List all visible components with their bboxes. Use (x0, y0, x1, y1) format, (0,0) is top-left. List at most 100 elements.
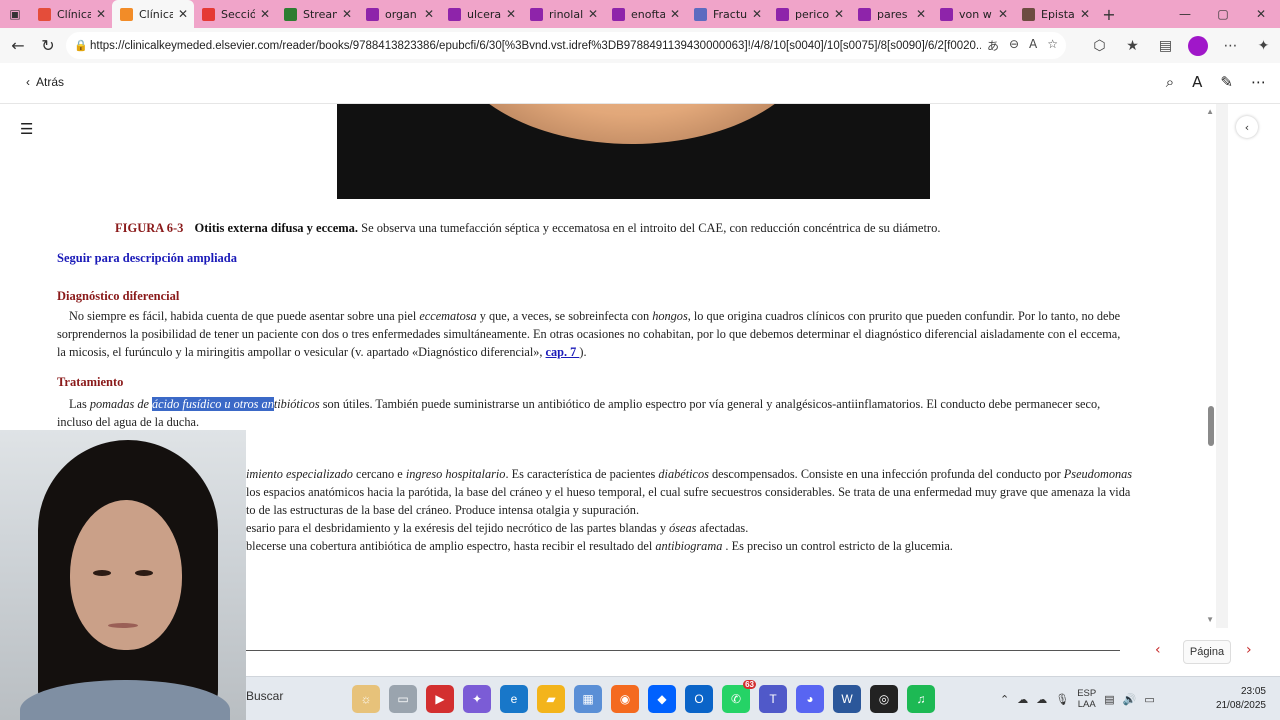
copilot-app-icon[interactable]: ✦ (463, 685, 491, 713)
taskbar-search[interactable]: Buscar (246, 689, 283, 703)
edge-icon[interactable]: e (500, 685, 528, 713)
close-tab-icon[interactable]: ✕ (834, 7, 844, 21)
favorites-icon[interactable]: ★ (1116, 38, 1149, 54)
volume-icon[interactable]: 🔊 (1123, 693, 1137, 706)
search-icon[interactable]: ⌕ (1166, 73, 1174, 91)
firefox-icon[interactable]: ◉ (611, 685, 639, 713)
word-icon[interactable]: W (833, 685, 861, 713)
back-icon[interactable]: ← (3, 31, 33, 61)
browser-tab[interactable]: organ ✕ (358, 0, 440, 28)
more-menu-icon[interactable]: ⋯ (1214, 38, 1247, 54)
extensions-icon[interactable]: ⬡ (1083, 38, 1116, 54)
profile-avatar[interactable] (1188, 35, 1208, 56)
outlook-icon[interactable]: O (685, 685, 713, 713)
vertical-scrollbar[interactable]: ▲ ▼ (1204, 104, 1216, 628)
figure-label: FIGURA 6-3 (115, 221, 184, 235)
close-tab-icon[interactable]: ✕ (916, 7, 926, 21)
text-run: esario para el desbridamiento y la exére… (246, 521, 670, 535)
tray-chevron-icon[interactable]: ⌃ (1000, 693, 1009, 706)
new-tab-button[interactable]: + (1096, 5, 1122, 24)
browser-tab[interactable]: Fractu ✕ (686, 0, 768, 28)
selected-text[interactable]: ácido fusídico u otros an (152, 397, 274, 411)
scrollbar-thumb[interactable] (1208, 406, 1214, 446)
cloud-icon[interactable]: ☁ (1036, 693, 1047, 706)
browser-tab[interactable]: enofta ✕ (604, 0, 686, 28)
browser-tab[interactable]: rinolal ✕ (522, 0, 604, 28)
minimize-icon[interactable]: — (1166, 0, 1204, 28)
collections-icon[interactable]: ▤ (1149, 38, 1182, 54)
close-tab-icon[interactable]: ✕ (424, 7, 434, 21)
youtube-icon[interactable]: ▶ (426, 685, 454, 713)
table-of-contents-icon[interactable]: ☰ (20, 120, 33, 138)
onedrive-icon[interactable]: ☁ (1017, 693, 1028, 706)
scroll-down-icon[interactable]: ▼ (1206, 615, 1214, 624)
more-options-icon[interactable]: ⋯ (1251, 73, 1266, 91)
close-tab-icon[interactable]: ✕ (588, 7, 598, 21)
tab-favicon-icon (530, 7, 543, 21)
close-tab-icon[interactable]: ✕ (506, 7, 516, 21)
browser-tab-strip: ▣ Clínica✕Clínica✕Sección✕Stream✕organ✕u… (0, 0, 1280, 28)
browser-tab[interactable]: Sección ✕ (194, 0, 276, 28)
browser-tab[interactable]: Epista ✕ (1014, 0, 1096, 28)
store-icon[interactable]: ▦ (574, 685, 602, 713)
translate-icon[interactable]: あ (987, 37, 999, 54)
text-run: . Es preciso un control estricto de la g… (722, 539, 953, 553)
close-tab-icon[interactable]: ✕ (342, 7, 352, 21)
favorite-star-icon[interactable]: ☆ (1047, 37, 1058, 54)
zoom-out-icon[interactable]: ⊖ (1009, 37, 1019, 54)
obs-icon[interactable]: ◎ (870, 685, 898, 713)
read-aloud-icon[interactable]: A (1029, 37, 1037, 54)
notes-icon[interactable]: ✎ (1220, 73, 1233, 91)
clock[interactable]: 23:05 21/08/2025 (1216, 685, 1266, 713)
browser-tab[interactable]: Clínica ✕ (30, 0, 112, 28)
widget-icon[interactable]: ☼ (352, 685, 380, 713)
browser-tab[interactable]: Stream ✕ (276, 0, 358, 28)
maximize-icon[interactable]: ▢ (1204, 0, 1242, 28)
next-page-icon[interactable]: › (1246, 642, 1252, 658)
url-text[interactable]: https://clinicalkeymeded.elsevier.com/re… (90, 40, 981, 52)
close-tab-icon[interactable]: ✕ (670, 7, 680, 21)
battery-icon[interactable]: ▭ (1144, 693, 1154, 706)
task-view-icon[interactable]: ▭ (389, 685, 417, 713)
reader-tools: ⌕ A ✎ ⋯ (1166, 73, 1266, 91)
previous-page-icon[interactable]: ‹ (1155, 642, 1161, 658)
chapter-7-link[interactable]: cap. 7 (546, 345, 580, 359)
dropbox-icon[interactable]: ◆ (648, 685, 676, 713)
microphone-icon[interactable]: 🎙 (1055, 693, 1069, 706)
browser-tab[interactable]: Clínica ✕ (112, 0, 194, 28)
refresh-icon[interactable]: ↻ (33, 31, 63, 61)
browser-tab[interactable]: von w ✕ (932, 0, 1014, 28)
browser-tab[interactable]: perico ✕ (768, 0, 850, 28)
figure-image[interactable] (337, 104, 930, 199)
workspaces-icon[interactable]: ▣ (0, 0, 30, 28)
browser-tab[interactable]: ulcera ✕ (440, 0, 522, 28)
site-info-icon[interactable]: 🔒 (74, 39, 90, 52)
url-field[interactable]: 🔒 https://clinicalkeymeded.elsevier.com/… (66, 32, 1066, 59)
whatsapp-icon[interactable]: ✆ 63 (722, 680, 756, 713)
discord-icon[interactable]: ◕ (796, 685, 824, 713)
scroll-up-icon[interactable]: ▲ (1206, 107, 1214, 116)
collapse-panel-icon[interactable]: ‹ (1236, 116, 1258, 138)
close-tab-icon[interactable]: ✕ (96, 7, 106, 21)
language-indicator[interactable]: ESP LAA (1077, 688, 1096, 710)
close-tab-icon[interactable]: ✕ (260, 7, 270, 21)
text-size-icon[interactable]: A (1192, 73, 1202, 91)
close-window-icon[interactable]: ✕ (1242, 0, 1280, 28)
reading-progress-bar[interactable] (246, 650, 1120, 651)
tab-label: pares (877, 7, 908, 21)
back-button[interactable]: ‹ Atrás (26, 75, 64, 89)
close-tab-icon[interactable]: ✕ (998, 7, 1008, 21)
close-tab-icon[interactable]: ✕ (752, 7, 762, 21)
person-mouth (108, 623, 138, 628)
copilot-icon[interactable]: ✦ (1247, 38, 1280, 54)
spotify-icon[interactable]: ♫ (907, 685, 935, 713)
close-tab-icon[interactable]: ✕ (1080, 7, 1090, 21)
close-tab-icon[interactable]: ✕ (178, 7, 188, 21)
text-run: No siempre es fácil, habida cuenta de qu… (69, 309, 420, 323)
expand-description-link[interactable]: Seguir para descripción ampliada (57, 251, 237, 266)
browser-tab[interactable]: pares ✕ (850, 0, 932, 28)
page-button[interactable]: Página (1183, 640, 1231, 664)
file-explorer-icon[interactable]: ▰ (537, 685, 565, 713)
network-icon[interactable]: ▤ (1104, 693, 1114, 706)
teams-icon[interactable]: T (759, 685, 787, 713)
